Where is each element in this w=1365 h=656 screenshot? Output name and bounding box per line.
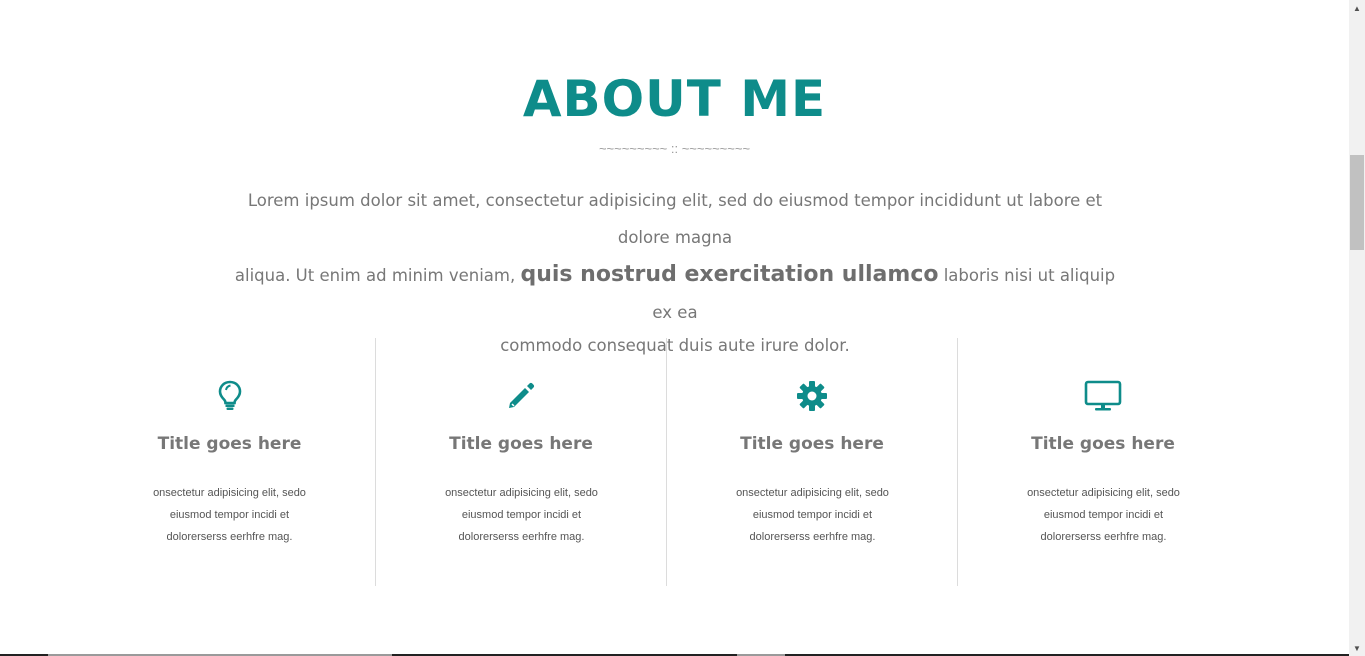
intro-paragraph: Lorem ipsum dolor sit amet, consectetur … xyxy=(225,182,1125,361)
vertical-scrollbar[interactable]: ▲ ▼ xyxy=(1349,0,1365,656)
pencil-icon xyxy=(376,378,666,414)
about-section: ABOUT ME ~~~~~~~~~ :: ~~~~~~~~~ Lorem ip… xyxy=(0,0,1349,654)
intro-line-2-start: aliqua. Ut enim ad minim veniam, xyxy=(234,266,521,285)
feature-title: Title goes here xyxy=(157,434,302,454)
section-title: ABOUT ME xyxy=(522,70,827,128)
lightbulb-icon xyxy=(84,378,375,414)
title-divider: ~~~~~~~~~ :: ~~~~~~~~~ xyxy=(598,141,751,156)
feature-card: Title goes here onsectetur adipisicing e… xyxy=(666,338,957,586)
feature-title: Title goes here xyxy=(1031,434,1175,454)
intro-emphasis: quis nostrud exercitation ullamco xyxy=(520,262,939,287)
gear-icon xyxy=(667,378,957,414)
scroll-down-arrow-icon[interactable]: ▼ xyxy=(1349,640,1365,656)
feature-card: Title goes here onsectetur adipisicing e… xyxy=(375,338,666,586)
feature-card: Title goes here onsectetur adipisicing e… xyxy=(957,338,1248,586)
features-row: Title goes here onsectetur adipisicing e… xyxy=(84,338,1248,586)
feature-description: onsectetur adipisicing elit, sedo eiusmo… xyxy=(153,487,306,543)
feature-description: onsectetur adipisicing elit, sedo eiusmo… xyxy=(1027,487,1180,543)
feature-card: Title goes here onsectetur adipisicing e… xyxy=(84,338,375,586)
feature-title: Title goes here xyxy=(740,434,884,454)
intro-line-2: aliqua. Ut enim ad minim veniam, quis no… xyxy=(225,256,1125,331)
intro-line-1: Lorem ipsum dolor sit amet, consectetur … xyxy=(247,191,1103,247)
monitor-icon xyxy=(958,378,1248,414)
scrollbar-thumb[interactable] xyxy=(1350,155,1364,250)
scroll-up-arrow-icon[interactable]: ▲ xyxy=(1349,0,1365,16)
feature-description: onsectetur adipisicing elit, sedo eiusmo… xyxy=(445,487,598,543)
feature-description: onsectetur adipisicing elit, sedo eiusmo… xyxy=(736,487,889,543)
page: ABOUT ME ~~~~~~~~~ :: ~~~~~~~~~ Lorem ip… xyxy=(0,0,1365,656)
feature-title: Title goes here xyxy=(449,434,593,454)
